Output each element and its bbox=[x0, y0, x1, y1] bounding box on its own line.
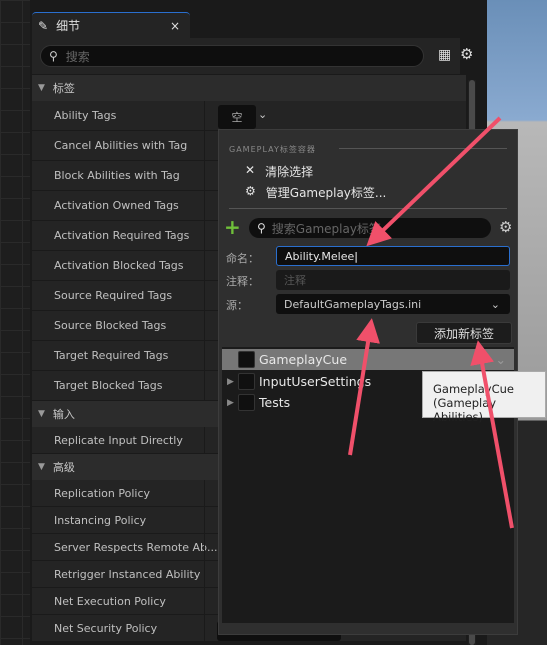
arrow-to-source bbox=[348, 318, 380, 456]
arrow-to-name bbox=[366, 116, 502, 247]
annotation-arrows bbox=[348, 116, 514, 529]
arrow-to-add-button bbox=[470, 340, 514, 529]
